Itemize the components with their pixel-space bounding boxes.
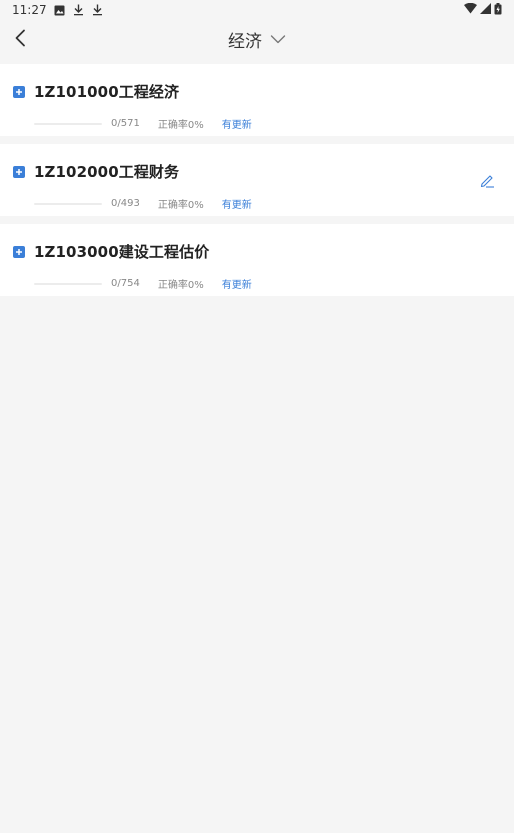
pencil-icon <box>480 174 494 188</box>
chapter-title-row: 1Z103000建设工程估价 <box>13 241 209 262</box>
question-count: 0/493 <box>111 198 140 209</box>
progress-bar <box>34 202 102 205</box>
update-badge: 有更新 <box>221 120 252 131</box>
chevron-down-icon <box>270 35 286 44</box>
battery-icon <box>494 2 502 18</box>
chapter-card[interactable]: 1Z101000工程经济 0/571 正确率0% 有更新 <box>0 64 514 136</box>
status-bar: 11:27 <box>0 0 514 20</box>
back-arrow-icon <box>15 29 25 47</box>
chapter-list: 1Z101000工程经济 0/571 正确率0% 有更新 1Z102000工程财… <box>0 64 514 296</box>
update-badge: 有更新 <box>221 280 252 291</box>
nav-bar: 经济 <box>0 20 514 58</box>
download-icon <box>92 4 104 16</box>
wifi-icon <box>464 2 477 17</box>
chapter-title-row: 1Z101000工程经济 <box>13 81 179 102</box>
chapter-title: 1Z103000建设工程估价 <box>34 243 210 261</box>
photo-icon <box>54 4 66 16</box>
chapter-meta: 0/571 正确率0% 有更新 <box>34 116 252 131</box>
chapter-card[interactable]: 1Z102000工程财务 0/493 正确率0% 有更新 <box>0 144 514 216</box>
expand-icon[interactable] <box>13 85 25 98</box>
chapter-title-row: 1Z102000工程财务 <box>13 161 179 182</box>
progress-bar <box>34 122 102 125</box>
back-button[interactable] <box>6 23 34 53</box>
chapter-card[interactable]: 1Z103000建设工程估价 0/754 正确率0% 有更新 <box>0 224 514 296</box>
accuracy-rate: 正确率0% <box>157 200 204 211</box>
update-badge: 有更新 <box>221 200 252 211</box>
status-right <box>464 2 502 18</box>
status-left: 11:27 <box>12 3 104 17</box>
expand-icon[interactable] <box>13 165 25 178</box>
accuracy-rate: 正确率0% <box>157 280 204 291</box>
expand-icon[interactable] <box>13 245 25 258</box>
chapter-title: 1Z102000工程财务 <box>34 163 180 181</box>
question-count: 0/754 <box>111 278 140 289</box>
subject-switcher[interactable]: 经济 <box>228 27 286 52</box>
signal-icon <box>480 3 491 17</box>
question-count: 0/571 <box>111 118 140 129</box>
edit-button[interactable] <box>478 171 496 189</box>
chapter-meta: 0/493 正确率0% 有更新 <box>34 196 252 211</box>
chapter-title: 1Z101000工程经济 <box>34 83 180 101</box>
download-icon <box>73 4 85 16</box>
page-title: 经济 <box>228 31 262 52</box>
accuracy-rate: 正确率0% <box>157 120 204 131</box>
status-time: 11:27 <box>12 3 47 17</box>
progress-bar <box>34 282 102 285</box>
chapter-meta: 0/754 正确率0% 有更新 <box>34 276 252 291</box>
